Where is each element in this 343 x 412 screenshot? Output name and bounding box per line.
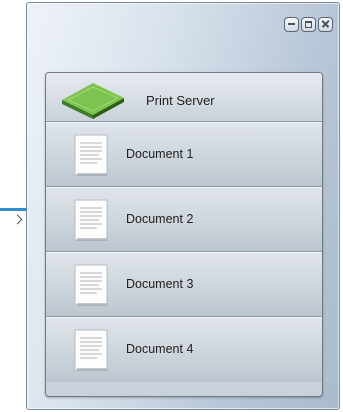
print-queue-window: Print Server Document 1 Document 2 Docum… [26, 2, 340, 410]
document-icon [74, 199, 108, 241]
minimize-icon [285, 18, 298, 31]
print-queue-panel: Print Server Document 1 Document 2 Docum… [45, 72, 323, 397]
document-label: Document 3 [126, 277, 194, 291]
document-icon [74, 264, 108, 306]
document-row-2[interactable]: Document 2 [46, 187, 322, 252]
print-server-label: Print Server [146, 93, 215, 108]
minimize-button[interactable] [284, 17, 299, 32]
document-label: Document 4 [126, 342, 194, 356]
document-label: Document 2 [126, 212, 194, 226]
left-edge-fragment [0, 186, 28, 226]
close-button[interactable] [318, 17, 333, 32]
document-label: Document 1 [126, 147, 194, 161]
document-row-3[interactable]: Document 3 [46, 252, 322, 317]
close-icon [319, 18, 332, 31]
document-icon [74, 329, 108, 371]
window-controls [284, 17, 333, 32]
print-server-icon [62, 83, 124, 119]
maximize-icon [302, 18, 315, 31]
document-row-4[interactable]: Document 4 [46, 317, 322, 382]
maximize-button[interactable] [301, 17, 316, 32]
connector-line [0, 208, 28, 211]
stage: Print Server Document 1 Document 2 Docum… [0, 0, 343, 412]
document-row-1[interactable]: Document 1 [46, 122, 322, 187]
document-icon [74, 134, 108, 176]
chevron-icon [12, 214, 23, 225]
print-server-header[interactable]: Print Server [46, 73, 322, 122]
